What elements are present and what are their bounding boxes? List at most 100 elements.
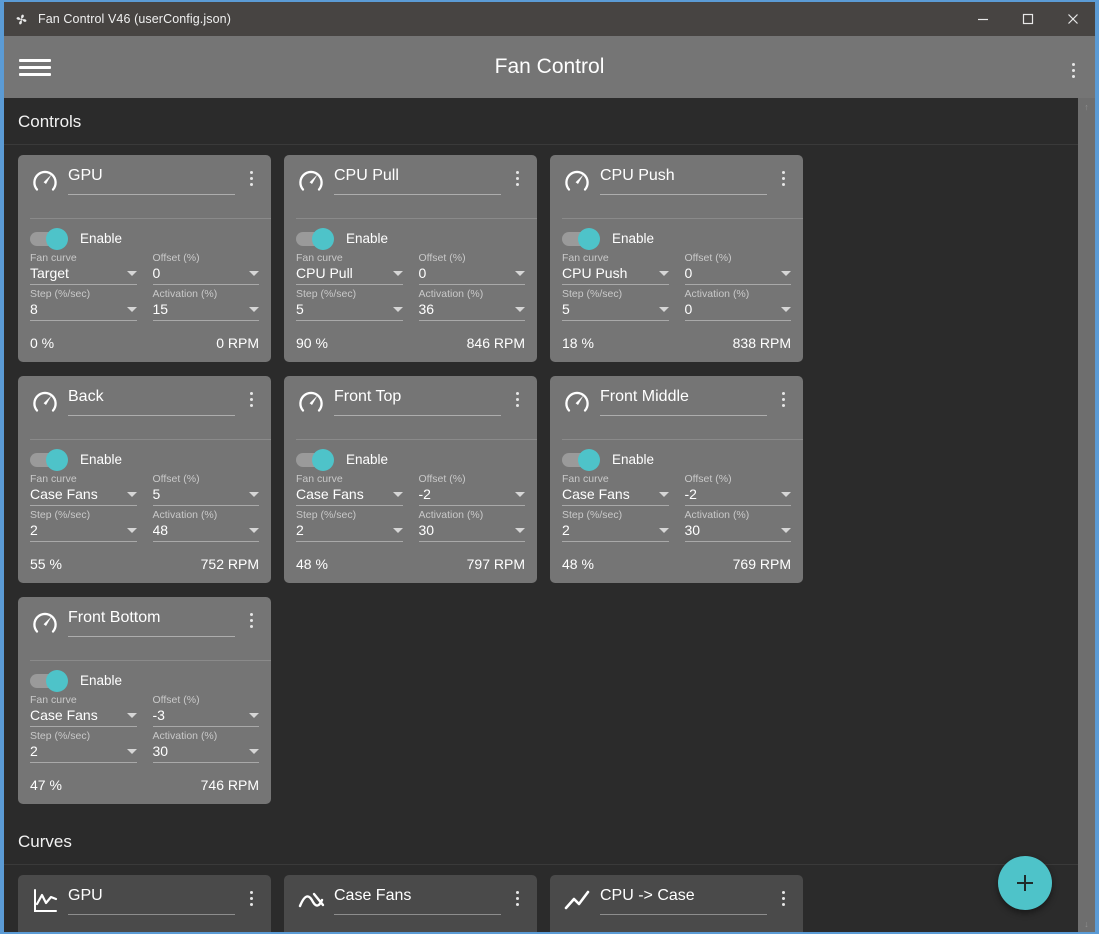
step-field: Step (%/sec) 2 [562,509,669,542]
card-menu-button[interactable] [243,885,259,906]
activation-value: 30 [684,522,701,538]
fan-curve-dropdown[interactable]: CPU Push [562,265,669,285]
step-dropdown[interactable]: 2 [30,522,137,542]
activation-dropdown[interactable]: 30 [684,522,791,542]
card-title-field[interactable]: CPU Push [600,165,767,195]
card-title-field[interactable]: Front Top [334,386,501,416]
duty-percent: 48 % [296,556,328,572]
fan-curve-dropdown[interactable]: Target [30,265,137,285]
add-button[interactable] [998,856,1052,910]
offset-dropdown[interactable]: 0 [152,265,259,285]
card-title-field[interactable]: CPU Pull [334,165,501,195]
activation-dropdown[interactable]: 0 [684,301,791,321]
activation-dropdown[interactable]: 15 [152,301,259,321]
overflow-menu-button[interactable] [1065,57,1081,78]
step-dropdown[interactable]: 8 [30,301,137,321]
maximize-button[interactable] [1005,2,1050,36]
offset-dropdown[interactable]: -2 [418,486,525,506]
plus-icon [1017,875,1033,891]
fan-curve-dropdown[interactable]: CPU Pull [296,265,403,285]
activation-dropdown[interactable]: 48 [152,522,259,542]
card-menu-button[interactable] [509,386,525,407]
enable-toggle[interactable] [296,227,334,250]
step-dropdown[interactable]: 2 [30,743,137,763]
offset-dropdown[interactable]: 5 [152,486,259,506]
scroll-down-arrow[interactable]: ↓ [1078,915,1095,932]
enable-toggle[interactable] [296,448,334,471]
card-menu-button[interactable] [243,607,259,628]
scrollbar-track[interactable] [1078,115,1095,915]
card-footer: 48 % 797 RPM [296,545,525,583]
activation-value: 0 [684,301,693,317]
card-title-field[interactable]: GPU [68,165,235,195]
enable-toggle[interactable] [562,448,600,471]
enable-label: Enable [346,231,389,246]
fan-curve-dropdown[interactable]: Case Fans [296,486,403,506]
card-title-field[interactable]: Front Middle [600,386,767,416]
offset-value: -2 [684,486,697,502]
enable-toggle-row: Enable [296,227,525,250]
offset-dropdown[interactable]: -2 [684,486,791,506]
card-title-field[interactable]: Back [68,386,235,416]
enable-toggle[interactable] [30,669,68,692]
card-title-field[interactable]: GPU [68,885,235,915]
curves-card-grid: GPU Temperature source 43 °C - GPU - GeF… [4,865,1078,932]
scroll-up-arrow[interactable]: ↑ [1078,98,1095,115]
offset-label: Offset (%) [418,252,466,264]
card-title-field[interactable]: Front Bottom [68,607,235,637]
fan-curve-field: Fan curve Case Fans [296,473,403,506]
card-menu-button[interactable] [243,165,259,186]
card-title-field[interactable]: CPU -> Case [600,885,767,915]
fan-curve-dropdown[interactable]: Case Fans [30,486,137,506]
card-menu-button[interactable] [509,885,525,906]
section-header-controls: Controls [4,98,1078,145]
card-menu-button[interactable] [243,386,259,407]
control-card: Front Bottom Enable Fan curve Case Fans … [18,597,271,804]
fan-curve-dropdown[interactable]: Case Fans [562,486,669,506]
activation-field: Activation (%) 30 [152,730,259,763]
activation-dropdown[interactable]: 30 [418,522,525,542]
activation-dropdown[interactable]: 30 [152,743,259,763]
card-title-field[interactable]: Case Fans [334,885,501,915]
duty-percent: 55 % [30,556,62,572]
step-dropdown[interactable]: 5 [296,301,403,321]
chevron-down-icon [392,527,403,533]
close-button[interactable] [1050,2,1095,36]
offset-dropdown[interactable]: 0 [418,265,525,285]
card-menu-button[interactable] [775,165,791,186]
card-title: Front Top [334,388,501,416]
offset-dropdown[interactable]: 0 [684,265,791,285]
offset-field: Offset (%) -2 [418,473,525,506]
enable-toggle[interactable] [30,448,68,471]
step-dropdown[interactable]: 5 [562,301,669,321]
offset-dropdown[interactable]: -3 [152,707,259,727]
card-menu-button[interactable] [775,386,791,407]
hamburger-menu-button[interactable] [4,36,66,98]
duty-percent: 18 % [562,335,594,351]
fan-curve-value: CPU Pull [296,265,353,281]
offset-value: 0 [152,265,161,281]
offset-field: Offset (%) 5 [152,473,259,506]
step-dropdown[interactable]: 2 [562,522,669,542]
activation-dropdown[interactable]: 36 [418,301,525,321]
card-menu-button[interactable] [509,165,525,186]
window-title: Fan Control V46 (userConfig.json) [38,12,231,26]
activation-label: Activation (%) [152,730,218,742]
mix-curve-icon [298,892,325,908]
card-menu-button[interactable] [775,885,791,906]
control-card: CPU Push Enable Fan curve CPU Push Offse… [550,155,803,362]
step-label: Step (%/sec) [30,288,91,300]
step-dropdown[interactable]: 2 [296,522,403,542]
toggle-knob [312,448,334,471]
title-bar: Fan Control V46 (userConfig.json) [4,2,1095,36]
fan-curve-field: Fan curve CPU Push [562,252,669,285]
enable-toggle[interactable] [562,227,600,250]
vertical-scrollbar[interactable]: ↑ ↓ [1078,98,1095,932]
fan-curve-dropdown[interactable]: Case Fans [30,707,137,727]
enable-toggle[interactable] [30,227,68,250]
minimize-button[interactable] [960,2,1005,36]
offset-value: -2 [418,486,431,502]
offset-label: Offset (%) [684,252,732,264]
fan-curve-label: Fan curve [296,252,343,264]
card-header: CPU Pull [296,165,525,209]
